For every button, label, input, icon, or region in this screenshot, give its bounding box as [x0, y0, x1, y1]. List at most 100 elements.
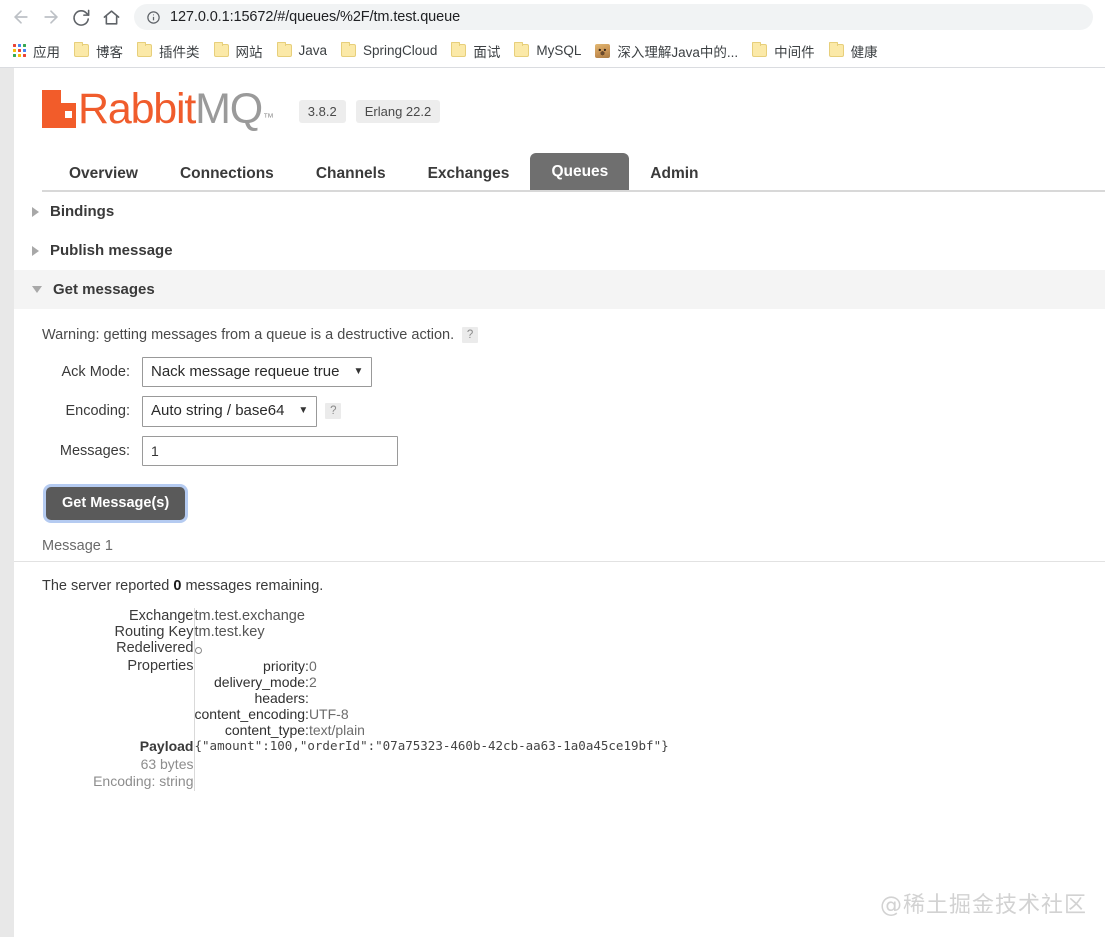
row-label-payload: Payload 63 bytes Encoding: string — [42, 738, 195, 791]
bookmark-label: 健康 — [850, 44, 878, 60]
row-label-routing-key: Routing Key — [42, 624, 195, 640]
bookmark-item[interactable]: SpringCloud — [334, 40, 444, 61]
bookmark-label: 网站 — [235, 44, 263, 60]
property-key: headers: — [254, 690, 309, 706]
logo-trademark: ™ — [262, 112, 274, 124]
section-bindings-label: Bindings — [50, 203, 115, 220]
section-get-messages[interactable]: Get messages — [14, 270, 1105, 309]
address-bar[interactable]: 127.0.0.1:15672/#/queues/%2F/tm.test.que… — [134, 4, 1093, 30]
section-publish-message[interactable]: Publish message — [14, 231, 1105, 270]
warning-help-icon[interactable]: ? — [462, 327, 479, 343]
home-icon[interactable] — [96, 2, 126, 32]
row-label-redelivered: Redelivered — [42, 640, 195, 658]
encoding-value: Auto string / base64 — [151, 402, 285, 420]
message-detail-table: Exchange tm.test.exchange Routing Key tm… — [42, 608, 1105, 791]
property-row: content_encoding: UTF-8 — [195, 706, 365, 722]
tab-connections[interactable]: Connections — [159, 158, 295, 191]
server-report-text: The server reported 0 messages remaining… — [42, 562, 1105, 604]
property-value — [309, 690, 365, 706]
bookmark-apps-label: 应用 — [33, 44, 60, 60]
server-report-suffix: messages remaining. — [181, 578, 324, 594]
property-value: 0 — [308, 658, 317, 674]
property-value: UTF-8 — [308, 706, 349, 722]
tab-channels[interactable]: Channels — [295, 158, 407, 191]
bookmark-item[interactable]: 深入理解Java中的... — [588, 38, 745, 64]
bookmarks-bar: 应用 博客 插件类 网站 Java SpringCloud 面试 MySQL 深… — [0, 34, 1105, 68]
bookmark-label: Java — [298, 43, 328, 58]
destructive-action-warning: Warning: getting messages from a queue i… — [42, 309, 1105, 357]
messages-label: Messages: — [59, 442, 130, 459]
bookmark-label: 插件类 — [159, 44, 200, 60]
folder-icon — [74, 42, 89, 57]
bookmark-item[interactable]: Java — [270, 40, 335, 61]
circle-icon — [194, 647, 202, 654]
bookmark-item[interactable]: MySQL — [507, 40, 588, 61]
address-bar-url: 127.0.0.1:15672/#/queues/%2F/tm.test.que… — [170, 9, 461, 25]
tab-overview[interactable]: Overview — [48, 158, 159, 191]
forward-icon[interactable] — [36, 2, 66, 32]
table-row-properties: Properties priority: 0 delivery_mode: 2 — [42, 658, 1105, 738]
bookmark-item[interactable]: 插件类 — [130, 38, 207, 64]
row-value-payload: {"amount":100,"orderId":"07a75323-460b-4… — [194, 738, 669, 753]
property-row: priority: 0 — [195, 658, 365, 674]
row-label-properties: Properties — [42, 658, 195, 738]
property-key: content_type: — [224, 722, 309, 738]
messages-row: Messages: — [42, 435, 1105, 466]
row-label-exchange: Exchange — [42, 608, 195, 624]
messages-count-input[interactable] — [142, 435, 398, 466]
payload-encoding: Encoding: string — [93, 773, 194, 789]
property-key: content_encoding: — [194, 706, 309, 722]
table-row-redelivered: Redelivered — [42, 640, 1105, 658]
bookmark-item[interactable]: 博客 — [67, 38, 130, 64]
property-key: priority: — [263, 658, 309, 674]
message-result-title: Message 1 — [42, 538, 113, 554]
property-key: delivery_mode: — [214, 674, 309, 690]
dog-favicon-icon — [595, 43, 611, 58]
bookmark-item[interactable]: 中间件 — [745, 38, 822, 64]
encoding-select[interactable]: Auto string / base64 ▼ — [142, 396, 318, 427]
bookmark-label: SpringCloud — [363, 43, 438, 58]
row-value-exchange: tm.test.exchange — [194, 608, 305, 624]
rabbitmq-logo[interactable]: Rabbit MQ ™ — [42, 85, 274, 134]
rabbitmq-version-badge: 3.8.2 — [298, 100, 346, 123]
version-badges: 3.8.2 Erlang 22.2 — [298, 100, 441, 123]
bookmark-item[interactable]: 健康 — [822, 38, 885, 64]
get-messages-button[interactable]: Get Message(s) — [46, 486, 186, 520]
table-row-routing-key: Routing Key tm.test.key — [42, 624, 1105, 640]
folder-icon — [752, 42, 768, 57]
apps-grid-icon — [13, 44, 26, 57]
folder-icon — [137, 42, 152, 57]
ack-mode-select[interactable]: Nack message requeue true ▼ — [142, 357, 373, 388]
tab-queues[interactable]: Queues — [530, 152, 630, 190]
section-bindings[interactable]: Bindings — [14, 192, 1105, 231]
ack-mode-label: Ack Mode: — [61, 364, 131, 381]
bookmark-item[interactable]: 网站 — [207, 38, 270, 64]
back-icon[interactable] — [6, 2, 36, 32]
chevron-down-icon: ▼ — [298, 404, 309, 416]
payload-label-text: Payload — [139, 738, 194, 754]
rabbitmq-management-page: Rabbit MQ ™ 3.8.2 Erlang 22.2 Overview Con… — [14, 68, 1105, 937]
properties-table: priority: 0 delivery_mode: 2 headers: co… — [195, 658, 365, 738]
reload-icon[interactable] — [66, 2, 96, 32]
bookmark-label: 面试 — [473, 44, 501, 60]
tab-admin[interactable]: Admin — [629, 158, 719, 191]
row-value-routing-key: tm.test.key — [194, 624, 265, 640]
property-value: text/plain — [308, 722, 365, 738]
folder-icon — [828, 42, 844, 57]
bookmark-item[interactable]: 面试 — [444, 38, 507, 64]
encoding-help-icon[interactable]: ? — [325, 403, 342, 420]
logo-text-rabbit: Rabbit — [78, 85, 196, 134]
ack-mode-value: Nack message requeue true — [151, 363, 340, 380]
bookmark-label: 深入理解Java中的... — [617, 44, 739, 60]
site-info-icon[interactable] — [146, 10, 161, 25]
bookmark-apps[interactable]: 应用 — [6, 38, 67, 64]
browser-chrome: 127.0.0.1:15672/#/queues/%2F/tm.test.que… — [0, 0, 1105, 68]
tab-exchanges[interactable]: Exchanges — [407, 158, 531, 191]
triangle-right-icon — [32, 245, 39, 256]
chevron-down-icon: ▼ — [353, 365, 364, 377]
property-row: content_type: text/plain — [195, 722, 365, 738]
browser-toolbar: 127.0.0.1:15672/#/queues/%2F/tm.test.que… — [0, 0, 1105, 34]
page-viewport: Rabbit MQ ™ 3.8.2 Erlang 22.2 Overview Con… — [0, 68, 1105, 937]
folder-icon — [341, 42, 357, 57]
triangle-down-icon — [32, 286, 42, 293]
